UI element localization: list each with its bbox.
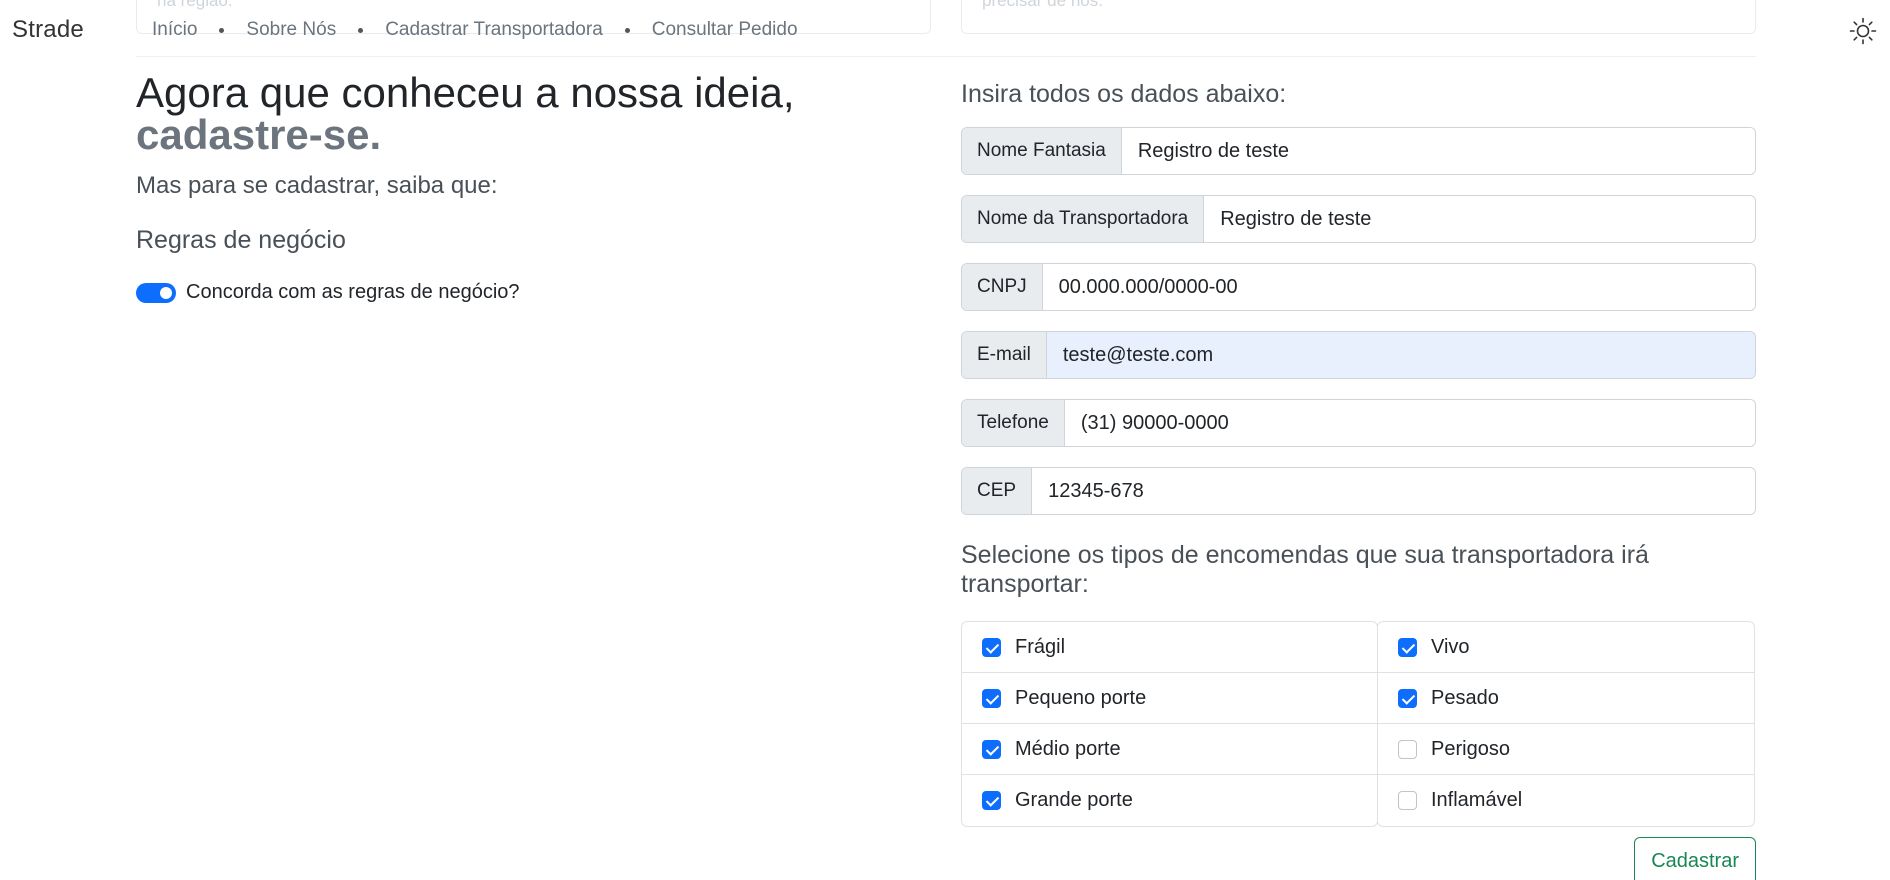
nav-separator [219, 27, 225, 33]
nome-transportadora-label: Nome da Transportadora [962, 196, 1205, 242]
cnpj-group: CNPJ [961, 263, 1756, 311]
cep-input[interactable] [1032, 468, 1755, 514]
cep-group: CEP [961, 467, 1756, 515]
page-title-strong: cadastre-se. [136, 111, 382, 158]
checkbox[interactable] [1398, 739, 1417, 759]
package-type-pesado[interactable]: Pesado [1378, 673, 1754, 724]
navbar-divider [136, 56, 1756, 57]
checkbox[interactable] [1398, 688, 1417, 708]
package-type-vivo[interactable]: Vivo [1378, 622, 1754, 673]
package-type-label: Pesado [1431, 686, 1499, 709]
page-title: Agora que conheceu a nossa ideia, cadast… [136, 72, 926, 156]
package-type-label: Grande porte [1015, 789, 1133, 811]
cadastrar-button[interactable]: Cadastrar [1634, 837, 1756, 880]
nav-link-sobre-nos[interactable]: Sobre Nós [246, 19, 336, 41]
checkbox[interactable] [982, 637, 1001, 657]
telefone-group: Telefone [961, 399, 1756, 447]
email-group: E-mail [961, 331, 1756, 379]
intro-subtitle: Mas para se cadastrar, saiba que: [136, 172, 498, 199]
package-types-list: Frágil Pequeno porte Médio porte Grande … [961, 621, 1378, 827]
sun-icon [1849, 17, 1877, 45]
package-type-label: Pequeno porte [1015, 686, 1147, 709]
package-type-label: Médio porte [1015, 737, 1121, 760]
nav-link-consultar-pedido[interactable]: Consultar Pedido [652, 19, 798, 41]
nav-link-inicio[interactable]: Início [152, 19, 197, 41]
nome-fantasia-label: Nome Fantasia [962, 128, 1122, 174]
email-input[interactable] [1046, 332, 1755, 378]
checkbox[interactable] [982, 739, 1001, 759]
navbar: Strade Início Sobre Nós Cadastrar Transp… [0, 0, 1890, 58]
package-type-fragil[interactable]: Frágil [962, 622, 1377, 673]
package-types-grid: Frágil Pequeno porte Médio porte Grande … [961, 621, 1756, 827]
page: na região. precisar de nós. Strade Iníci… [0, 0, 1890, 880]
checkbox[interactable] [1398, 637, 1417, 657]
submit-row: Cadastrar [961, 837, 1756, 880]
theme-toggle-button[interactable] [1848, 16, 1878, 46]
package-types-title: Selecione os tipos de encomendas que sua… [961, 541, 1649, 598]
telefone-input[interactable] [1064, 400, 1755, 446]
nome-transportadora-input[interactable] [1204, 196, 1755, 242]
registration-form: Insira todos os dados abaixo: Nome Fanta… [961, 80, 1756, 880]
package-type-pequeno-porte[interactable]: Pequeno porte [962, 673, 1377, 724]
package-type-inflamavel[interactable]: Inflamável [1378, 775, 1754, 826]
brand-logo[interactable]: Strade [12, 16, 84, 44]
checkbox[interactable] [1398, 791, 1417, 810]
intro-section: Agora que conheceu a nossa ideia, cadast… [136, 72, 926, 304]
nav-links: Início Sobre Nós Cadastrar Transportador… [152, 19, 798, 41]
agree-rules-label[interactable]: Concorda com as regras de negócio? [186, 281, 520, 304]
package-type-perigoso[interactable]: Perigoso [1378, 724, 1754, 775]
business-rules-title: Regras de negócio [136, 226, 346, 254]
nome-transportadora-group: Nome da Transportadora [961, 195, 1756, 243]
agree-rules-switch[interactable] [136, 282, 176, 303]
checkbox[interactable] [982, 688, 1001, 708]
package-type-medio-porte[interactable]: Médio porte [962, 724, 1377, 775]
nome-fantasia-input[interactable] [1121, 128, 1755, 174]
package-types-list: Vivo Pesado Perigoso Inflamável [1377, 621, 1755, 827]
package-type-label: Frágil [1015, 635, 1066, 658]
agree-rules-row: Concorda com as regras de negócio? [136, 281, 926, 304]
nav-separator [624, 27, 630, 33]
telefone-label: Telefone [962, 400, 1065, 446]
cnpj-label: CNPJ [962, 264, 1043, 310]
cep-label: CEP [962, 468, 1033, 514]
package-type-label: Vivo [1431, 635, 1470, 658]
email-label: E-mail [962, 332, 1047, 378]
package-type-label: Perigoso [1431, 737, 1510, 760]
package-type-label: Inflamável [1431, 789, 1523, 811]
nome-fantasia-group: Nome Fantasia [961, 127, 1756, 175]
package-type-grande-porte[interactable]: Grande porte [962, 775, 1377, 826]
page-title-text: Agora que conheceu a nossa ideia, [136, 69, 795, 116]
nav-separator [358, 27, 364, 33]
checkbox[interactable] [982, 791, 1001, 810]
cnpj-input[interactable] [1042, 264, 1755, 310]
nav-link-cadastrar-transportadora[interactable]: Cadastrar Transportadora [385, 19, 603, 41]
form-title: Insira todos os dados abaixo: [961, 80, 1287, 108]
